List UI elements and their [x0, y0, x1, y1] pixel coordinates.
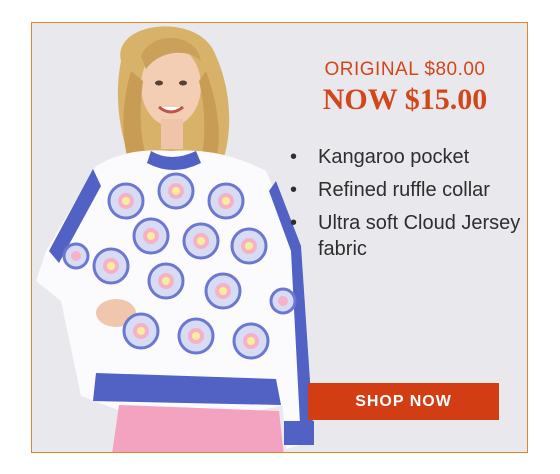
original-price: ORIGINAL $80.00	[324, 59, 486, 80]
sale-price: NOW $15.00	[322, 83, 488, 116]
bullet-icon: •	[290, 179, 298, 201]
feature-item: • Refined ruffle collar	[284, 177, 524, 203]
feature-list: • Kangaroo pocket • Refined ruffle colla…	[284, 144, 524, 269]
bullet-icon: •	[290, 146, 298, 168]
bullet-icon: •	[290, 212, 298, 234]
feature-item: • Ultra soft Cloud Jersey fabric	[284, 210, 524, 262]
feature-text: Ultra soft Cloud Jersey fabric	[318, 212, 521, 260]
promo-card: ORIGINAL $80.00 NOW $15.00 • Kangaroo po…	[31, 22, 528, 453]
pricing-block: ORIGINAL $80.00 NOW $15.00	[290, 59, 520, 117]
shop-now-button[interactable]: SHOP NOW	[308, 383, 499, 420]
feature-item: • Kangaroo pocket	[284, 144, 524, 170]
feature-text: Kangaroo pocket	[318, 146, 470, 168]
feature-text: Refined ruffle collar	[318, 179, 490, 201]
